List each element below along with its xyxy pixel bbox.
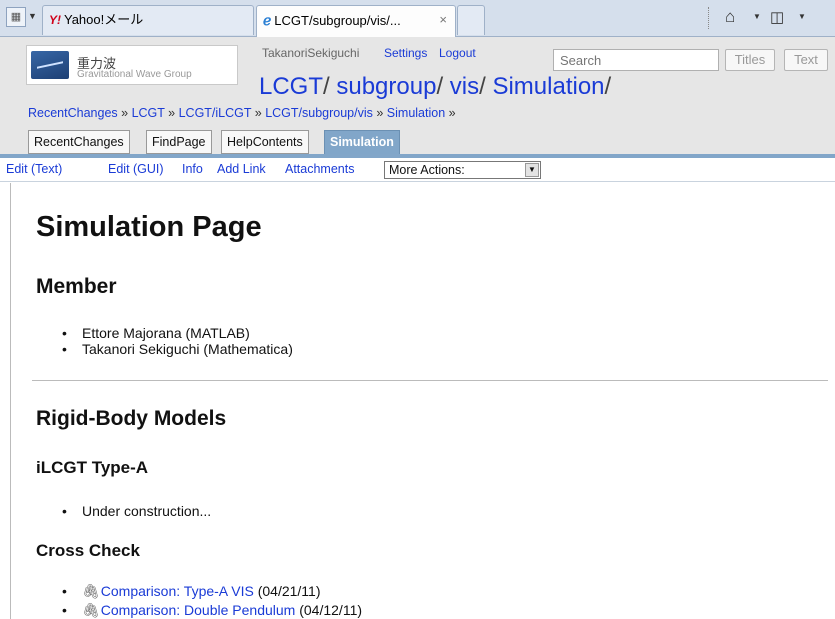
yahoo-logo-icon: Y! [49,13,61,27]
attachment-icon: 🖇 [82,583,100,599]
cross-check-list: 🖇Comparison: Type-A VIS (04/21/11) 🖇Comp… [36,583,362,618]
tab-lcgt-simulation[interactable]: ℯ LCGT/subgroup/vis/... × [256,5,456,37]
section-divider [32,380,828,381]
path-link-subgroup[interactable]: subgroup [336,73,436,100]
list-item: 🖇Comparison: Double Pendulum (04/12/11) [36,602,362,618]
attachment-date: (04/12/11) [295,602,363,618]
ilcgt-heading: iLCGT Type-A [36,458,149,477]
path-link-lcgt[interactable]: LCGT [259,73,323,100]
site-logo[interactable]: 重力波 Gravitational Wave Group [26,45,238,85]
attachment-icon: 🖇 [82,602,100,618]
list-item: Ettore Majorana (MATLAB) [36,325,293,341]
gravitational-wave-logo-icon [31,51,69,79]
wiki-header: 重力波 Gravitational Wave Group TakanoriSek… [0,37,835,157]
tab-simulation[interactable]: Simulation [324,130,400,155]
logo-subtitle: Gravitational Wave Group [77,69,192,80]
breadcrumb-item[interactable]: LCGT/iLCGT [179,106,252,120]
search-input[interactable] [553,49,719,71]
path-link-simulation[interactable]: Simulation [492,73,604,100]
user-name[interactable]: TakanoriSekiguchi [262,46,359,60]
rigid-body-heading: Rigid-Body Models [36,407,227,430]
tab-label: Yahoo!メール [64,12,144,27]
more-actions-select[interactable]: More Actions: ▼ [384,161,541,179]
quick-tabs-icon[interactable]: ▦ [6,7,26,27]
chevron-down-icon: ▼ [525,163,539,177]
breadcrumb-item[interactable]: LCGT/subgroup/vis [265,106,373,120]
breadcrumb-item[interactable]: RecentChanges [28,106,118,120]
browser-tab-bar: ▦ ▼ Y! Yahoo!メール ℯ LCGT/subgroup/vis/... ×… [0,0,835,37]
more-actions-label: More Actions: [389,163,465,177]
attachment-link[interactable]: Comparison: Double Pendulum [101,602,296,618]
text-search-button[interactable]: Text [784,49,828,71]
feeds-icon[interactable]: ◫ [770,8,784,26]
close-tab-icon[interactable]: × [439,6,447,34]
attachment-date: (04/21/11) [253,583,321,599]
tab-yahoo-mail[interactable]: Y! Yahoo!メール [42,5,254,35]
ilcgt-list: Under construction... [36,503,211,519]
tab-findpage[interactable]: FindPage [146,130,212,154]
list-item: 🖇Comparison: Type-A VIS (04/21/11) [36,583,362,599]
path-link-vis[interactable]: vis [450,73,479,100]
logout-link[interactable]: Logout [439,46,476,60]
page-path: LCGT/ subgroup/ vis/ Simulation/ [259,73,612,100]
add-link-link[interactable]: Add Link [217,162,266,176]
tab-list-dropdown-icon[interactable]: ▼ [28,11,37,21]
tab-helpcontents[interactable]: HelpContents [221,130,309,154]
settings-link[interactable]: Settings [384,46,427,60]
content-left-border [10,183,11,619]
ie-page-icon: ℯ [263,12,272,28]
breadcrumb-item[interactable]: LCGT [132,106,165,120]
page-title: Simulation Page [36,211,262,243]
feeds-dropdown-icon[interactable]: ▼ [798,12,806,21]
breadcrumb-item[interactable]: Simulation [387,106,445,120]
breadcrumb: RecentChanges » LCGT » LCGT/iLCGT » LCGT… [28,106,456,120]
info-link[interactable]: Info [182,162,203,176]
member-heading: Member [36,275,117,298]
cross-check-heading: Cross Check [36,541,140,560]
titles-search-button[interactable]: Titles [725,49,775,71]
home-dropdown-icon[interactable]: ▼ [753,12,761,21]
new-tab-button[interactable] [457,5,485,35]
toolbar-divider [708,7,709,29]
tab-recentchanges[interactable]: RecentChanges [28,130,130,154]
home-icon[interactable]: ⌂ [725,7,735,27]
tab-label: LCGT/subgroup/vis/... [274,13,401,28]
list-item: Takanori Sekiguchi (Mathematica) [36,341,293,357]
attachment-link[interactable]: Comparison: Type-A VIS [101,583,254,599]
edit-bar: Edit (Text) Edit (GUI) Info Add Link Att… [0,158,835,182]
member-list: Ettore Majorana (MATLAB) Takanori Sekigu… [36,325,293,357]
edit-gui-link[interactable]: Edit (GUI) [108,162,164,176]
attachments-link[interactable]: Attachments [285,162,354,176]
list-item: Under construction... [36,503,211,519]
edit-text-link[interactable]: Edit (Text) [6,162,62,176]
